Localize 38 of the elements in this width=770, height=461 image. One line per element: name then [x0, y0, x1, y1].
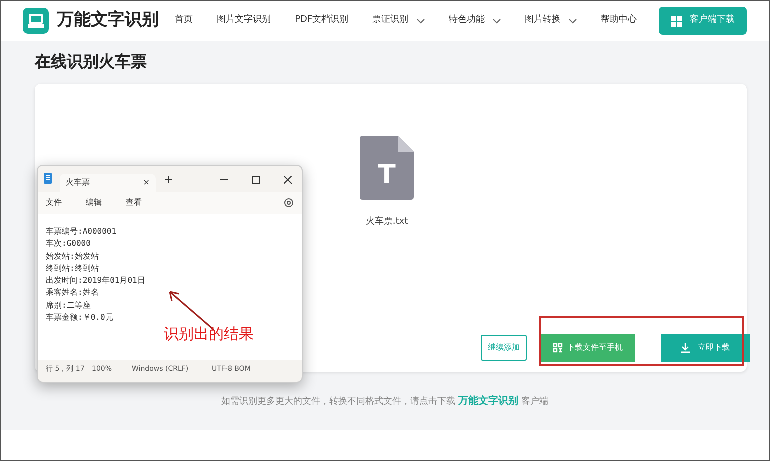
annotation-label: 识别出的结果 [164, 328, 254, 340]
file-name: 火车票.txt [366, 216, 408, 229]
text-line: 车票编号:A000001 [46, 226, 117, 238]
menu-item[interactable]: 编辑 [86, 197, 102, 209]
text-line: 终到站:终到站 [46, 262, 99, 275]
nav-item[interactable]: 图片转换 [524, 14, 577, 28]
new-tab-icon[interactable]: + [164, 172, 174, 188]
settings-icon[interactable] [284, 198, 294, 208]
notepad-tab[interactable]: 火车票 × [60, 174, 156, 192]
nav-item[interactable]: 图片文字识别 [217, 14, 272, 28]
text-line: 席别:二等座 [46, 300, 91, 312]
tab-close-icon[interactable]: × [143, 177, 150, 189]
qr-code-icon [553, 343, 563, 353]
caret-icon [492, 18, 501, 24]
menu-item[interactable]: 查看 [126, 197, 142, 209]
text-line: 乘客姓名:姓名 [46, 287, 99, 300]
windows-icon [671, 16, 682, 26]
scanner-logo-icon [23, 8, 49, 34]
download-icon [681, 343, 690, 353]
page-title: 在线识别火车票 [35, 51, 148, 73]
notepad-icon [44, 173, 52, 184]
brand-name[interactable]: 万能文字识别 [57, 8, 159, 34]
text-line: 车次:G0000 [46, 238, 91, 250]
caret-icon [568, 18, 577, 24]
text-file-icon: T [360, 136, 414, 200]
menu-item[interactable]: 文件 [46, 197, 62, 209]
nav-item[interactable]: 首页 [175, 14, 193, 28]
text-line: 始发站:始发站 [46, 250, 99, 263]
nav-item[interactable]: 票证识别 [372, 14, 425, 28]
nav-item[interactable]: PDF文档识别 [295, 14, 349, 28]
maximize-icon[interactable] [252, 176, 260, 184]
caret-icon [416, 18, 425, 24]
nav-item[interactable]: 特色功能 [448, 14, 501, 28]
footer-note: 如需识别更多更大的文件，转换不同格式文件，请点击下载 万能文字识别 客户端 [222, 397, 548, 407]
close-icon[interactable] [284, 176, 292, 184]
text-line: 车票金额:￥0.0元 [46, 312, 114, 324]
nav-item[interactable]: 帮助中心 [600, 14, 637, 28]
text-line: 出发时间:2019年01月01日 [46, 275, 146, 288]
